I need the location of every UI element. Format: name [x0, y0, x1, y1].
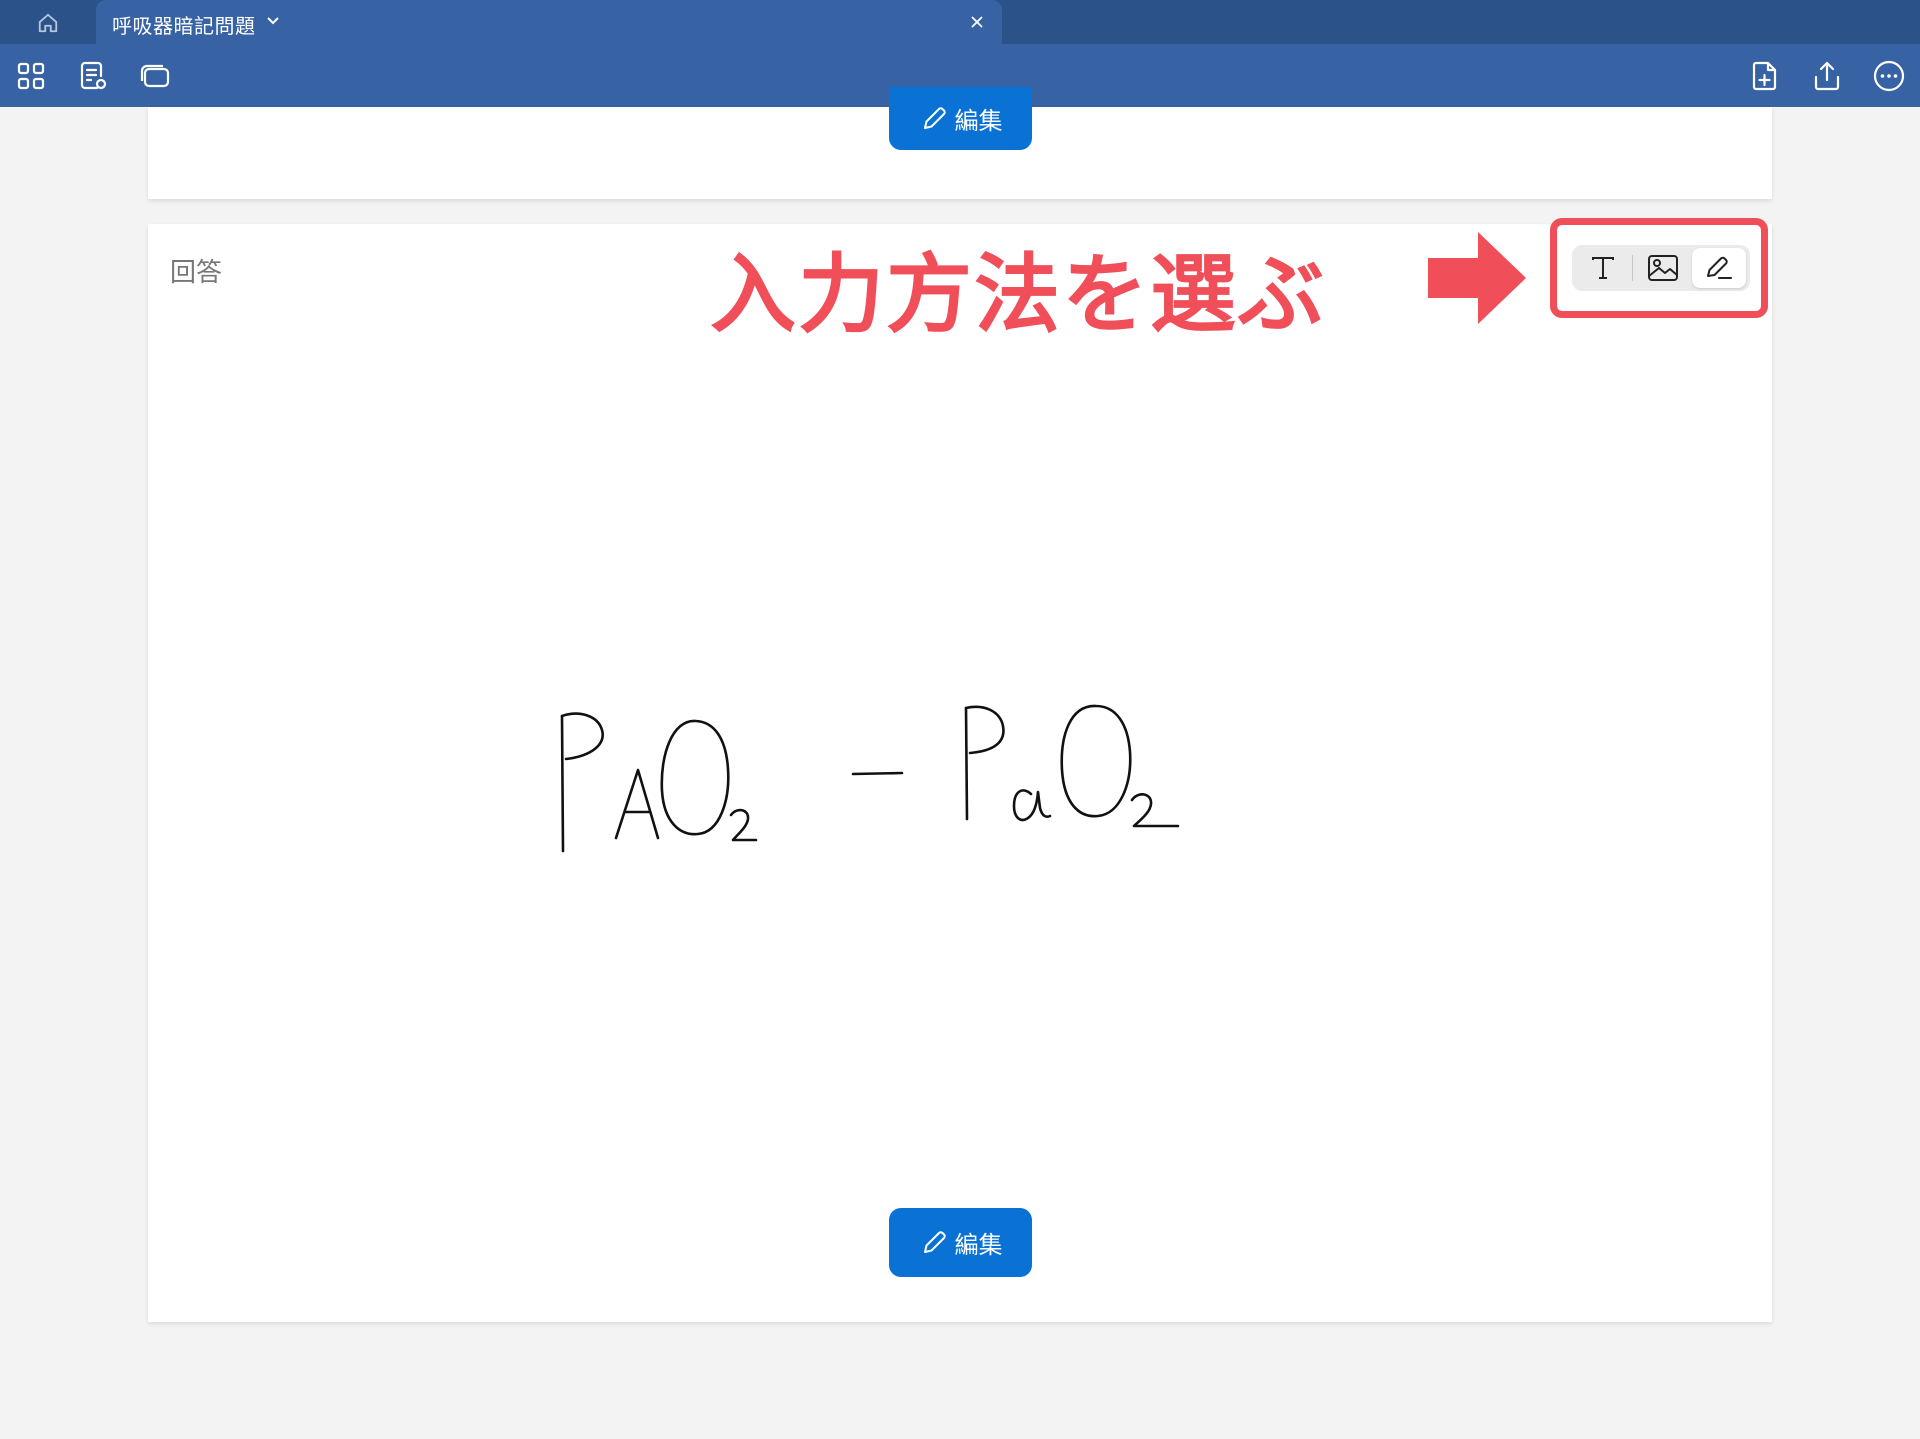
annotation-callout-text: 入力方法を選ぶ	[710, 245, 1326, 345]
close-icon	[971, 16, 983, 28]
add-page-button[interactable]	[1745, 56, 1785, 96]
cards-button[interactable]	[135, 56, 175, 96]
handwriting-canvas[interactable]	[148, 224, 1772, 1322]
pencil-icon	[923, 1230, 946, 1253]
more-button[interactable]	[1869, 56, 1909, 96]
pencil-icon	[923, 106, 946, 129]
question-card: 編集	[148, 87, 1772, 199]
home-icon	[38, 13, 58, 33]
grid-view-button[interactable]	[11, 56, 51, 96]
arrow-right-icon	[1428, 232, 1526, 324]
add-page-icon	[1752, 61, 1777, 91]
more-icon	[1873, 60, 1905, 92]
cards-icon	[140, 64, 170, 88]
edit-button-label: 編集	[954, 107, 1003, 135]
tab-close-button[interactable]	[964, 9, 990, 35]
answer-card: 回答 編集	[148, 224, 1772, 1322]
share-button[interactable]	[1807, 56, 1847, 96]
grid-view-icon	[17, 62, 45, 90]
note-settings-button[interactable]	[73, 56, 113, 96]
tab-title: 呼吸器暗記問題	[112, 14, 256, 38]
note-settings-icon	[80, 61, 107, 90]
answer-edit-button[interactable]: 編集	[889, 1208, 1032, 1277]
annotation-highlight-box	[1550, 218, 1768, 318]
title-bar: 呼吸器暗記問題	[0, 0, 1920, 44]
chevron-down-icon[interactable]	[266, 14, 280, 28]
home-button[interactable]	[28, 6, 68, 40]
edit-button-label: 編集	[954, 1231, 1003, 1259]
document-tab[interactable]: 呼吸器暗記問題	[96, 0, 1002, 44]
question-edit-button[interactable]: 編集	[889, 87, 1032, 150]
share-icon	[1814, 61, 1840, 91]
